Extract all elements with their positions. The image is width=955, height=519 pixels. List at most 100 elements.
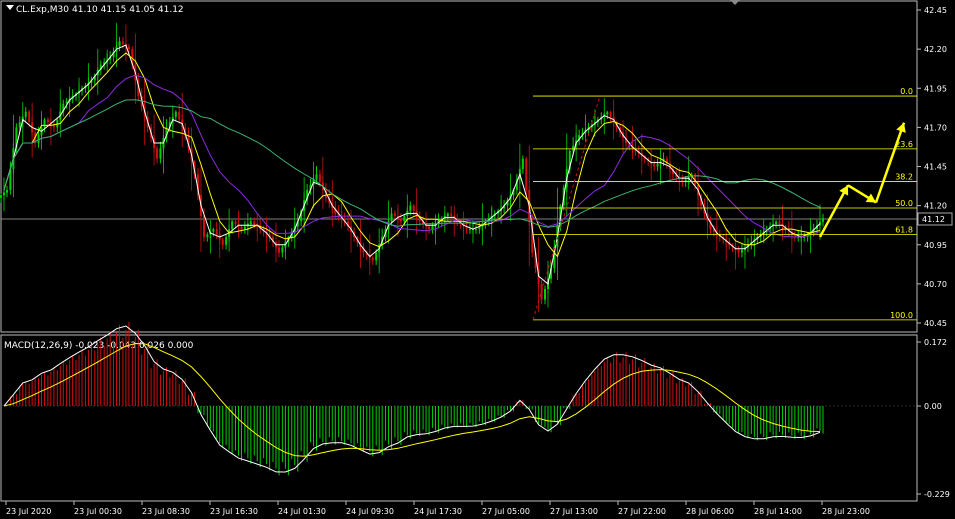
candle-body [0, 195, 2, 198]
price-panel-frame [0, 0, 918, 333]
candle-body [6, 189, 8, 193]
candle-body [431, 226, 434, 230]
price-axis: 42.45 42.20 41.95 41.70 41.45 41.20 40.95 40.70… [917, 6, 947, 328]
candle-body [371, 257, 374, 261]
candle-body [318, 174, 321, 183]
candle-body [212, 229, 215, 232]
fibonacci-retracement[interactable]: 0.023.638.250.061.8100.0 [532, 87, 917, 321]
candle-body [225, 236, 228, 245]
candle-body [653, 163, 656, 167]
candle-body [428, 226, 431, 230]
candles [0, 23, 824, 313]
candle-body [403, 216, 406, 222]
ohlc-label: 41.10 41.15 41.05 41.12 [72, 5, 184, 15]
time-tick-label: 23 Jul 00:30 [74, 507, 122, 516]
ma-fast-line [3, 44, 821, 285]
price-tick-label: 41.45 [924, 163, 947, 172]
candle-body [446, 213, 449, 217]
fib-level-label: 0.0 [900, 87, 913, 96]
candle-body [231, 221, 234, 230]
dropdown-triangle-icon[interactable] [6, 5, 14, 10]
fib-level-label: 38.2 [895, 173, 913, 182]
moving-averages [3, 44, 821, 285]
candle-body [609, 111, 612, 117]
time-tick-label: 28 Jul 14:00 [754, 507, 802, 516]
candle-body [606, 111, 609, 115]
macd-label: MACD(12,26,9) -0.023 -0.043 0.026 0.000 [4, 341, 194, 351]
scroll-marker-icon[interactable] [730, 0, 740, 5]
candle-body [215, 229, 218, 235]
time-tick-label: 27 Jul 05:00 [482, 507, 530, 516]
macd-tick-label: -0.229 [924, 490, 950, 499]
projection-arrows [818, 122, 906, 238]
fib-level-label: 61.8 [895, 225, 913, 234]
candle-body [202, 216, 205, 237]
candle-body [822, 218, 824, 222]
candle-body [468, 229, 471, 231]
candle-body [409, 205, 412, 211]
candle-body [778, 221, 781, 224]
macd-tick-label: 0.172 [924, 338, 947, 347]
candle-body [521, 158, 524, 170]
fib-level-label: 100.0 [890, 311, 913, 320]
price-tick-label: 41.70 [924, 123, 947, 132]
candle-body [121, 41, 124, 44]
candle-body [525, 158, 528, 190]
candle-body [281, 247, 284, 253]
symbol-label: CL.Exp,M30 [16, 5, 69, 15]
macd-tick-label: 0.00 [924, 402, 942, 411]
ma-mid-line [3, 52, 821, 258]
candle-body [43, 119, 46, 128]
time-tick-label: 23 Jul 2020 [6, 507, 51, 516]
candle-body [740, 249, 743, 253]
candle-body [737, 249, 740, 253]
time-tick-label: 27 Jul 22:00 [618, 507, 666, 516]
candle-body [775, 221, 778, 224]
price-tick-label: 40.70 [924, 280, 947, 289]
fib-level-label: 50.0 [895, 199, 913, 208]
candle-body [450, 213, 453, 217]
time-axis: 23 Jul 2020 23 Jul 00:30 23 Jul 08:30 23 Ju… [5, 501, 870, 516]
price-tick-label: 40.95 [924, 241, 947, 250]
projection-arrow-shaft [874, 122, 906, 203]
time-tick-label: 23 Jul 08:30 [142, 507, 190, 516]
candle-body [24, 111, 27, 117]
time-tick-label: 27 Jul 13:00 [550, 507, 598, 516]
candle-body [127, 46, 130, 50]
candle-body [278, 247, 280, 253]
price-tick-label: 42.45 [924, 6, 947, 15]
candle-body [375, 252, 378, 261]
candle-body [240, 226, 243, 230]
candle-body [399, 218, 402, 222]
candle-body [544, 289, 546, 300]
macd-axis: 0.172 0.00 -0.229 [917, 338, 950, 499]
candle-body [390, 213, 393, 222]
candle-body [46, 119, 49, 123]
ma-slow-line [3, 74, 821, 238]
time-tick-label: 28 Jul 23:00 [822, 507, 870, 516]
current-price-value: 41.12 [922, 215, 945, 224]
candle-body [118, 41, 121, 47]
candle-body [412, 205, 415, 211]
time-tick-label: 23 Jul 16:30 [210, 507, 258, 516]
time-tick-label: 24 Jul 17:30 [414, 507, 462, 516]
price-tick-label: 41.95 [924, 84, 947, 93]
trading-chart[interactable]: CL.Exp,M30 41.10 41.15 41.05 41.12 MACD(… [0, 0, 955, 519]
time-tick-label: 24 Jul 09:30 [346, 507, 394, 516]
price-tick-label: 42.20 [924, 45, 947, 54]
candle-body [28, 111, 31, 123]
candle-body [156, 148, 159, 159]
candle-body [540, 283, 543, 300]
candle-body [243, 226, 246, 230]
candle-body [249, 221, 252, 224]
candle-body [393, 213, 396, 217]
candle-body [206, 234, 209, 237]
candle-body [178, 111, 181, 120]
candle-body [159, 148, 162, 159]
candle-body [253, 221, 256, 224]
candle-body [221, 239, 224, 245]
price-tick-label: 40.45 [924, 319, 947, 328]
candle-body [474, 229, 477, 231]
time-tick-label: 28 Jul 06:00 [686, 507, 734, 516]
candle-body [234, 221, 237, 224]
